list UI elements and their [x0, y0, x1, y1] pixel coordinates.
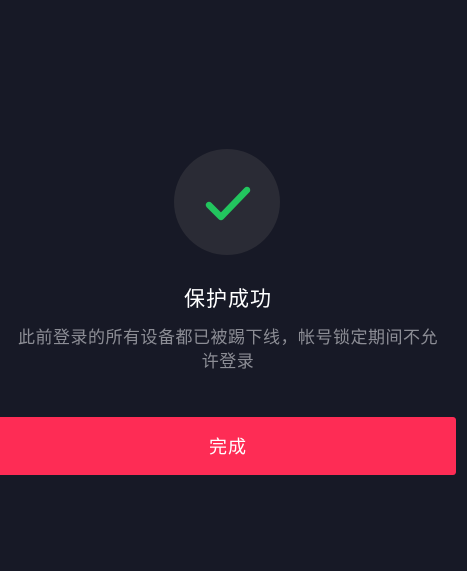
success-icon-badge: [174, 149, 280, 255]
protection-success-screen: 保护成功 此前登录的所有设备都已被踢下线，帐号锁定期间不允许登录 完成: [0, 0, 467, 571]
done-button[interactable]: 完成: [0, 417, 456, 475]
success-title: 保护成功: [184, 287, 272, 311]
checkmark-icon: [205, 186, 251, 221]
success-description: 此前登录的所有设备都已被踢下线，帐号锁定期间不允许登录: [18, 328, 438, 372]
